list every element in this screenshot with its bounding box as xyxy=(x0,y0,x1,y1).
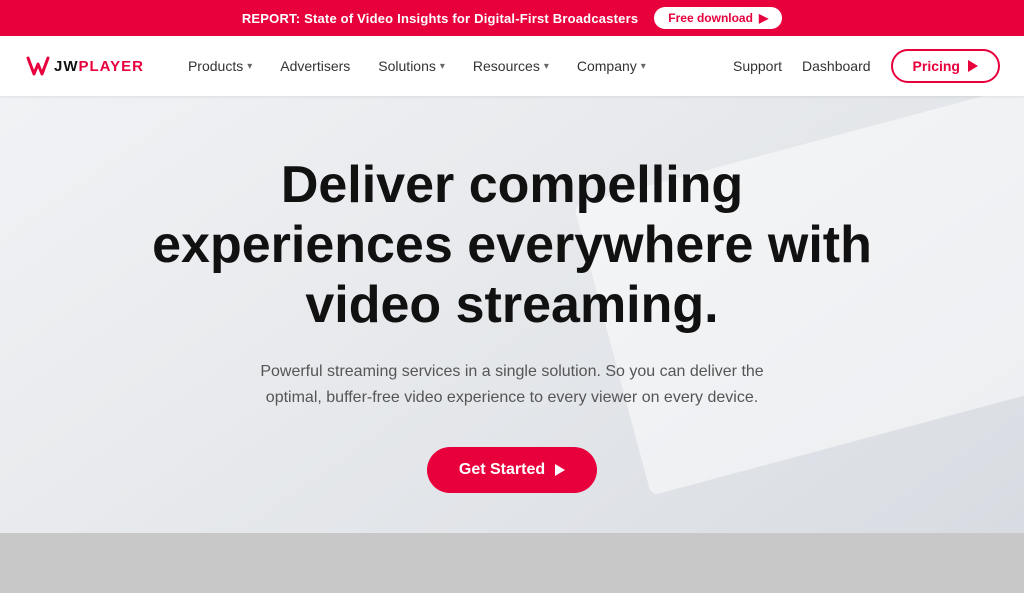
banner-cta-button[interactable]: Free download ▶ xyxy=(654,7,782,29)
nav-products-label: Products xyxy=(188,58,243,74)
logo-text: JWPLAYER xyxy=(54,58,144,75)
pricing-arrow-icon xyxy=(968,60,978,72)
chevron-down-icon-3: ▾ xyxy=(544,61,549,72)
nav-item-solutions[interactable]: Solutions ▾ xyxy=(366,50,457,82)
nav-dashboard-link[interactable]: Dashboard xyxy=(802,58,871,74)
hero-cta-button[interactable]: Get Started xyxy=(427,447,597,493)
hero-cta-label: Get Started xyxy=(459,461,545,479)
pricing-label: Pricing xyxy=(913,58,960,74)
banner-cta-label: Free download xyxy=(668,11,753,25)
hero-cta-play-icon xyxy=(555,464,565,476)
nav-item-advertisers[interactable]: Advertisers xyxy=(268,50,362,82)
pricing-button[interactable]: Pricing xyxy=(891,49,1000,83)
hero-subtitle: Powerful streaming services in a single … xyxy=(252,359,772,410)
nav-item-resources[interactable]: Resources ▾ xyxy=(461,50,561,82)
top-banner: REPORT: State of Video Insights for Digi… xyxy=(0,0,1024,36)
chevron-down-icon: ▾ xyxy=(247,61,252,72)
banner-arrow-icon: ▶ xyxy=(759,11,768,25)
nav-company-label: Company xyxy=(577,58,637,74)
nav-right: Support Dashboard Pricing xyxy=(733,49,1000,83)
bottom-preview-bar xyxy=(0,533,1024,593)
navbar: JWPLAYER Products ▾ Advertisers Solution… xyxy=(0,36,1024,96)
hero-title: Deliver compelling experiences everywher… xyxy=(152,156,872,335)
logo-icon xyxy=(24,52,52,80)
nav-resources-label: Resources xyxy=(473,58,540,74)
nav-support-link[interactable]: Support xyxy=(733,58,782,74)
nav-solutions-label: Solutions xyxy=(378,58,436,74)
nav-links: Products ▾ Advertisers Solutions ▾ Resou… xyxy=(176,50,733,82)
nav-advertisers-label: Advertisers xyxy=(280,58,350,74)
banner-text: REPORT: State of Video Insights for Digi… xyxy=(242,11,638,26)
nav-item-products[interactable]: Products ▾ xyxy=(176,50,264,82)
hero-section: Deliver compelling experiences everywher… xyxy=(0,96,1024,533)
chevron-down-icon-2: ▾ xyxy=(440,61,445,72)
chevron-down-icon-4: ▾ xyxy=(641,61,646,72)
nav-item-company[interactable]: Company ▾ xyxy=(565,50,658,82)
logo[interactable]: JWPLAYER xyxy=(24,52,144,80)
